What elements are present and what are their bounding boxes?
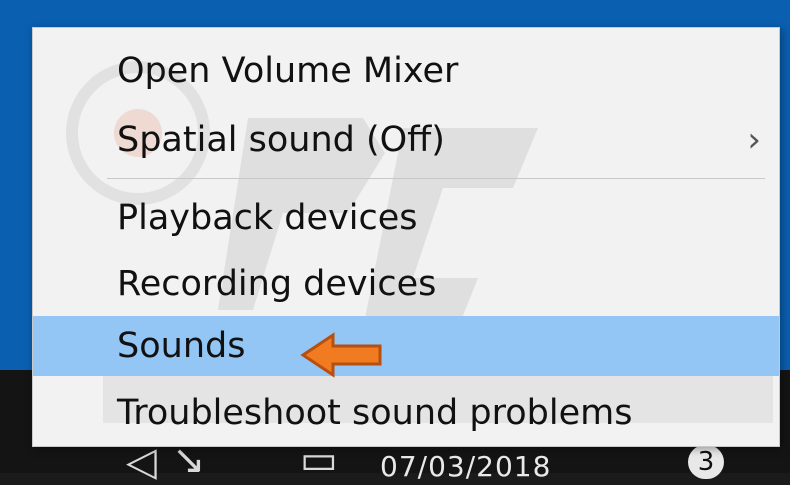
menu-item-label: Sounds bbox=[117, 326, 246, 366]
menu-item-label: Recording devices bbox=[117, 264, 437, 304]
sound-context-menu: Open Volume Mixer Spatial sound (Off) › … bbox=[32, 27, 780, 447]
notification-count-badge[interactable]: 3 bbox=[688, 445, 724, 479]
menu-item-sounds[interactable]: Sounds bbox=[33, 316, 779, 376]
menu-item-label: Playback devices bbox=[117, 198, 418, 238]
taskbar-date[interactable]: 07/03/2018 bbox=[380, 450, 551, 483]
menu-separator bbox=[107, 178, 765, 179]
menu-item-playback-devices[interactable]: Playback devices bbox=[33, 188, 779, 248]
menu-item-recording-devices[interactable]: Recording devices bbox=[33, 254, 779, 314]
menu-item-label: Open Volume Mixer bbox=[117, 51, 459, 91]
menu-item-troubleshoot-sound-problems[interactable]: Troubleshoot sound problems bbox=[33, 383, 779, 443]
menu-item-spatial-sound[interactable]: Spatial sound (Off) › bbox=[33, 110, 779, 170]
sound-tray-icon[interactable]: ◁ bbox=[126, 442, 157, 482]
orange-arrow-icon bbox=[300, 332, 382, 378]
menu-item-open-volume-mixer[interactable]: Open Volume Mixer bbox=[33, 41, 779, 101]
chevron-right-icon: › bbox=[747, 120, 761, 160]
menu-item-label: Troubleshoot sound problems bbox=[117, 393, 633, 433]
menu-item-label: Spatial sound (Off) bbox=[117, 120, 445, 160]
